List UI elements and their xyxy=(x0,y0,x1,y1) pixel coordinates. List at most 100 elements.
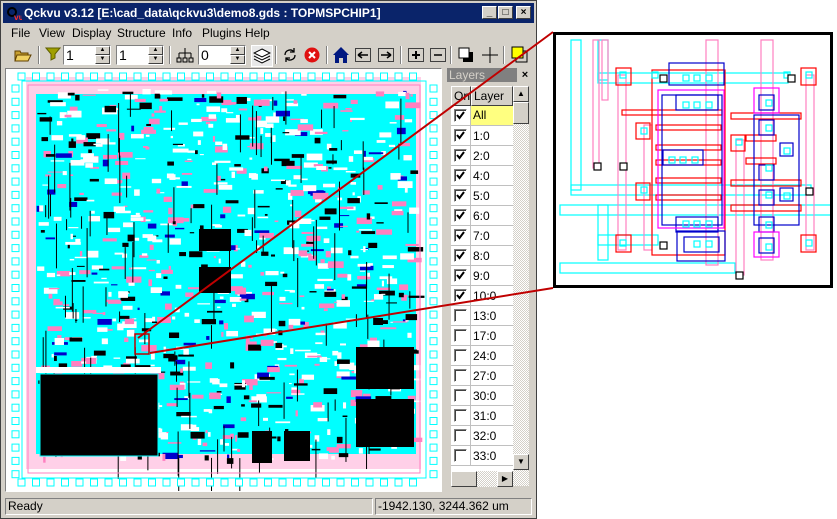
layer-visibility-checkbox[interactable] xyxy=(454,349,467,362)
layer-visibility-checkbox[interactable] xyxy=(454,409,467,422)
layer-row[interactable]: 32:0 xyxy=(451,426,513,446)
scroll-up-button[interactable]: ▲ xyxy=(513,86,529,102)
hierarchy-level-spinner[interactable]: 0 ▲ ▼ xyxy=(198,45,246,65)
io-pad xyxy=(322,72,330,81)
layer-visibility-checkbox[interactable] xyxy=(454,249,467,262)
menu-view[interactable]: View xyxy=(39,26,65,40)
menu-file[interactable]: File xyxy=(11,26,30,40)
hierarchy-button[interactable] xyxy=(175,45,195,65)
title-bar[interactable]: VU Qckvu v3.12 [E:\cad_data\qckvu3\demo8… xyxy=(3,3,534,23)
filter-button[interactable] xyxy=(43,45,63,65)
layout-shape xyxy=(259,232,274,239)
scroll-down-button[interactable]: ▼ xyxy=(513,454,529,470)
layer-row[interactable]: 10:0 xyxy=(451,286,513,306)
close-button[interactable]: × xyxy=(516,6,531,19)
layer-visibility-cell xyxy=(451,386,471,405)
layers-panel-close-button[interactable]: × xyxy=(519,68,531,82)
zoom-in-button[interactable] xyxy=(406,45,426,65)
depth-start-spinner[interactable]: 1 ▲ ▼ xyxy=(63,45,111,65)
back-button[interactable] xyxy=(353,45,373,65)
layer-row[interactable]: All xyxy=(451,106,513,126)
layer-visibility-checkbox[interactable] xyxy=(454,449,467,462)
fill-toggle-button[interactable] xyxy=(456,45,476,65)
depth-end-value[interactable]: 1 xyxy=(119,47,127,63)
color-select-button[interactable] xyxy=(510,45,530,65)
layout-shape xyxy=(131,125,135,132)
layer-visibility-checkbox[interactable] xyxy=(454,229,467,242)
menu-help[interactable]: Help xyxy=(245,26,270,40)
menu-display[interactable]: Display xyxy=(72,26,111,40)
layout-shape xyxy=(169,332,180,339)
layer-row[interactable]: 13:0 xyxy=(451,306,513,326)
depth-end-spinner[interactable]: 1 ▲ ▼ xyxy=(116,45,164,65)
layout-shape xyxy=(315,342,323,345)
layout-shape xyxy=(191,394,204,399)
layer-row[interactable]: 7:0 xyxy=(451,226,513,246)
layers-horizontal-scrollbar[interactable]: ▶ xyxy=(451,471,513,487)
hierarchy-level-value[interactable]: 0 xyxy=(201,47,209,63)
forward-button[interactable] xyxy=(376,45,396,65)
layer-row[interactable]: 8:0 xyxy=(451,246,513,266)
layer-row[interactable]: 27:0 xyxy=(451,366,513,386)
menu-plugins[interactable]: Plugins xyxy=(202,26,241,40)
layer-row[interactable]: 6:0 xyxy=(451,206,513,226)
zoom-out-button[interactable] xyxy=(428,45,448,65)
spin-down-button[interactable]: ▼ xyxy=(95,55,110,64)
layers-toggle-button[interactable] xyxy=(251,45,273,67)
layout-shape xyxy=(226,458,234,464)
spin-down-button[interactable]: ▼ xyxy=(230,55,245,64)
menu-structure[interactable]: Structure xyxy=(117,26,166,40)
layer-visibility-checkbox[interactable] xyxy=(454,369,467,382)
scroll-thumb[interactable] xyxy=(513,102,529,124)
layer-visibility-checkbox[interactable] xyxy=(454,209,467,222)
spin-up-button[interactable]: ▲ xyxy=(95,46,110,55)
layer-row[interactable]: 31:0 xyxy=(451,406,513,426)
layout-shape xyxy=(213,182,228,185)
layout-shape xyxy=(162,453,166,461)
depth-start-value[interactable]: 1 xyxy=(66,47,74,63)
layer-row[interactable]: 1:0 xyxy=(451,126,513,146)
layer-visibility-checkbox[interactable] xyxy=(454,329,467,342)
layer-row[interactable]: 5:0 xyxy=(451,186,513,206)
menu-info[interactable]: Info xyxy=(172,26,192,40)
layout-shape xyxy=(53,301,63,306)
layer-visibility-checkbox[interactable] xyxy=(454,189,467,202)
open-button[interactable] xyxy=(13,45,33,65)
layers-vertical-scrollbar[interactable]: ▲ ▼ xyxy=(513,86,529,486)
layer-row[interactable]: 24:0 xyxy=(451,346,513,366)
column-header-layer[interactable]: Layer xyxy=(471,86,513,106)
maximize-button[interactable]: □ xyxy=(498,6,513,19)
layer-visibility-checkbox[interactable] xyxy=(454,129,467,142)
home-button[interactable] xyxy=(331,45,351,65)
layer-row[interactable]: 30:0 xyxy=(451,386,513,406)
layer-row[interactable]: 17:0 xyxy=(451,326,513,346)
layer-visibility-checkbox[interactable] xyxy=(454,429,467,442)
layout-shape xyxy=(392,321,408,323)
layer-visibility-checkbox[interactable] xyxy=(454,169,467,182)
layout-canvas[interactable] xyxy=(5,68,442,492)
column-header-on[interactable]: On xyxy=(451,86,471,106)
chip-layout-drawing[interactable] xyxy=(6,69,442,492)
layer-visibility-checkbox[interactable] xyxy=(454,269,467,282)
layer-visibility-checkbox[interactable] xyxy=(454,389,467,402)
stop-button[interactable] xyxy=(302,45,322,65)
minimize-button[interactable]: _ xyxy=(482,6,497,19)
layer-row[interactable]: 9:0 xyxy=(451,266,513,286)
layer-visibility-checkbox[interactable] xyxy=(454,109,467,122)
io-pad xyxy=(429,443,438,452)
scroll-right-button[interactable]: ▶ xyxy=(497,471,513,487)
layer-row[interactable]: 2:0 xyxy=(451,146,513,166)
spin-up-button[interactable]: ▲ xyxy=(148,46,163,55)
layer-visibility-checkbox[interactable] xyxy=(454,289,467,302)
layer-row[interactable]: 4:0 xyxy=(451,166,513,186)
layer-visibility-checkbox[interactable] xyxy=(454,309,467,322)
crosshair-button[interactable] xyxy=(480,45,500,65)
layer-row[interactable]: 33:0 xyxy=(451,446,513,466)
layer-visibility-checkbox[interactable] xyxy=(454,149,467,162)
layout-shape xyxy=(315,332,326,336)
scroll-thumb[interactable] xyxy=(451,471,477,487)
refresh-button[interactable] xyxy=(280,45,300,65)
spin-up-button[interactable]: ▲ xyxy=(230,46,245,55)
spin-down-button[interactable]: ▼ xyxy=(148,55,163,64)
io-pad xyxy=(249,478,258,487)
